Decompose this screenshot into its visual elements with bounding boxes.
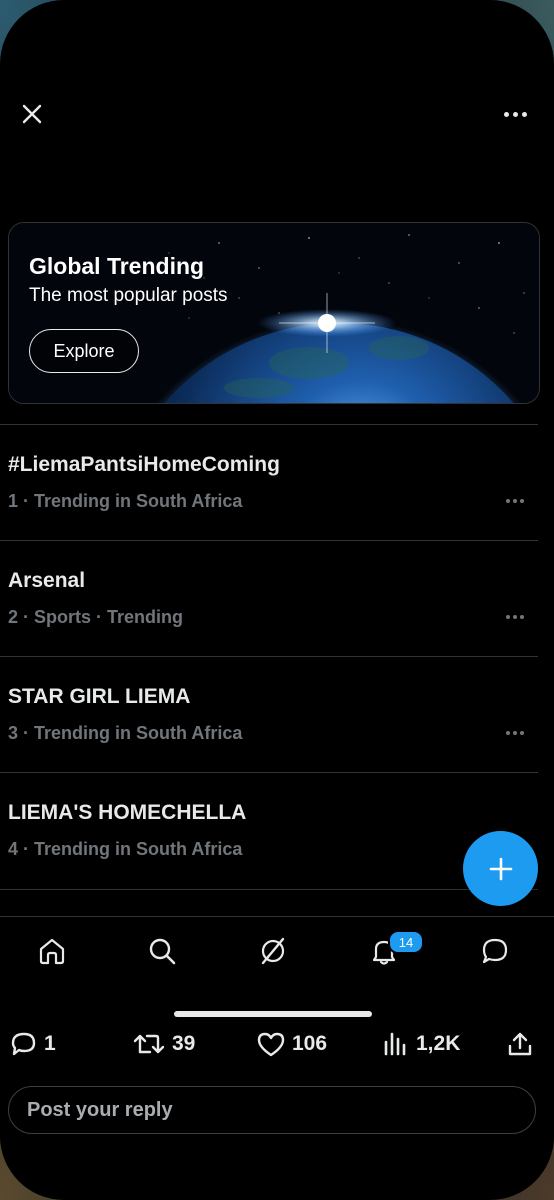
repost-action[interactable]: 39 xyxy=(132,1030,195,1058)
screen: Global Trending The most popular posts E… xyxy=(0,0,554,1200)
trend-item[interactable]: #LiemaPantsiHomeComing 1 · Trending in S… xyxy=(0,424,538,541)
more-dot-icon xyxy=(503,111,509,117)
reply-icon xyxy=(11,1032,36,1056)
share-icon xyxy=(508,1032,532,1056)
more-dot-icon xyxy=(513,499,517,503)
more-dot-icon xyxy=(506,731,510,735)
grok-icon xyxy=(261,937,285,965)
heart-icon xyxy=(257,1032,285,1057)
more-dot-icon xyxy=(506,499,510,503)
banner-subtitle: The most popular posts xyxy=(29,285,228,306)
messages-icon xyxy=(482,938,508,964)
trend-name: #LiemaPantsiHomeComing xyxy=(8,453,280,476)
reply-input[interactable]: Post your reply xyxy=(8,1086,536,1134)
home-indicator[interactable] xyxy=(174,1011,372,1017)
tab-grok[interactable] xyxy=(253,931,293,971)
top-bar xyxy=(0,88,554,138)
trend-meta: 2 · Sports · Trending xyxy=(8,607,184,627)
close-icon xyxy=(22,104,42,124)
earth-space-image xyxy=(9,223,539,403)
close-button[interactable] xyxy=(18,100,46,128)
trend-item[interactable]: STAR GIRL LIEMA 3 · Trending in South Af… xyxy=(0,656,538,773)
share-action[interactable] xyxy=(506,1030,534,1058)
trend-more-button[interactable] xyxy=(506,731,524,735)
search-icon xyxy=(149,938,176,965)
reply-action[interactable]: 1 xyxy=(10,1030,56,1058)
tab-messages[interactable] xyxy=(475,931,515,971)
notification-badge: 14 xyxy=(388,930,424,954)
trend-item[interactable]: Arsenal 2 · Sports · Trending xyxy=(0,540,538,657)
tab-home[interactable] xyxy=(32,931,72,971)
plus-icon xyxy=(489,857,512,880)
more-dot-icon xyxy=(513,615,517,619)
bottom-tab-bar xyxy=(0,916,554,987)
trend-more-button[interactable] xyxy=(506,615,524,619)
repost-count: 39 xyxy=(172,1032,196,1055)
post-actions-bar: 1 39 106 1,2K xyxy=(0,1026,554,1068)
repost-icon xyxy=(133,1034,165,1054)
more-dot-icon xyxy=(506,615,510,619)
divider xyxy=(0,889,538,890)
views-count: 1,2K xyxy=(416,1032,461,1055)
views-icon xyxy=(384,1032,406,1056)
views-action[interactable]: 1,2K xyxy=(382,1030,460,1058)
trend-name: LIEMA'S HOMECHELLA xyxy=(8,801,247,824)
more-dot-icon xyxy=(513,731,517,735)
trend-item[interactable]: LIEMA'S HOMECHELLA 4 · Trending in South… xyxy=(0,772,538,889)
trend-name: STAR GIRL LIEMA xyxy=(8,685,191,708)
explore-button[interactable]: Explore xyxy=(29,329,139,373)
trend-name: Arsenal xyxy=(8,569,86,592)
global-trending-banner[interactable]: Global Trending The most popular posts E… xyxy=(8,222,540,404)
more-dot-icon xyxy=(520,499,524,503)
reply-placeholder: Post your reply xyxy=(27,1098,173,1121)
trend-meta: 3 · Trending in South Africa xyxy=(8,723,243,743)
compose-button[interactable] xyxy=(463,831,538,906)
more-dot-icon xyxy=(521,111,527,117)
trend-more-button[interactable] xyxy=(506,499,524,503)
more-options-button[interactable] xyxy=(500,102,530,126)
banner-title: Global Trending xyxy=(29,253,205,279)
like-action[interactable]: 106 xyxy=(256,1030,327,1058)
more-dot-icon xyxy=(520,615,524,619)
reply-count: 1 xyxy=(44,1032,56,1055)
trend-meta: 1 · Trending in South Africa xyxy=(8,491,243,511)
more-dot-icon xyxy=(512,111,518,117)
trend-meta: 4 · Trending in South Africa xyxy=(8,839,243,859)
more-dot-icon xyxy=(520,731,524,735)
tab-search[interactable] xyxy=(142,931,182,971)
home-icon xyxy=(39,938,65,965)
like-count: 106 xyxy=(292,1032,328,1055)
